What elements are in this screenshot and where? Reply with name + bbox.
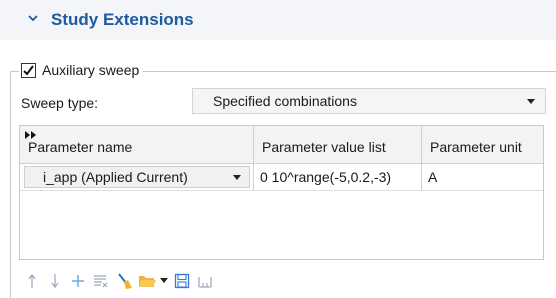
parameter-value-list-cell[interactable]: 0 10^range(-5,0.2,-3) xyxy=(254,164,422,191)
parameter-name-dropdown[interactable]: i_app (Applied Current) xyxy=(24,166,250,188)
delete-button[interactable] xyxy=(91,271,111,291)
delete-icon xyxy=(94,275,108,288)
header-label: Parameter unit xyxy=(430,139,522,155)
move-up-icon xyxy=(28,274,36,288)
clear-broom-icon xyxy=(118,273,132,289)
clear-button[interactable] xyxy=(114,271,134,291)
chevron-down-icon[interactable] xyxy=(27,12,39,24)
sweep-type-value: Specified combinations xyxy=(213,93,357,109)
expand-columns-icon[interactable] xyxy=(25,131,37,139)
range-button[interactable] xyxy=(195,271,215,291)
parameter-name-value: i_app (Applied Current) xyxy=(43,169,188,185)
parameter-unit-value[interactable]: A xyxy=(428,169,437,185)
parameter-table: Parameter name Parameter value list Para… xyxy=(19,125,544,260)
header-label: Parameter name xyxy=(28,139,133,155)
auxiliary-sweep-option[interactable]: Auxiliary sweep xyxy=(19,60,144,80)
table-row-name-cell[interactable]: i_app (Applied Current) xyxy=(20,164,254,191)
move-up-button[interactable] xyxy=(22,271,42,291)
add-button[interactable] xyxy=(68,271,88,291)
header-label: Parameter value list xyxy=(262,139,386,155)
load-menu-dropdown[interactable] xyxy=(160,271,168,291)
section-title: Study Extensions xyxy=(51,10,194,29)
dropdown-arrow-icon[interactable] xyxy=(233,175,241,180)
sweep-type-select[interactable]: Specified combinations xyxy=(192,88,546,114)
load-folder-icon xyxy=(139,276,156,287)
dropdown-arrow-icon[interactable] xyxy=(527,99,535,104)
dropdown-arrow-icon xyxy=(160,278,168,283)
save-to-file-button[interactable] xyxy=(172,271,192,291)
save-icon xyxy=(174,273,190,289)
column-header-parameter-name[interactable]: Parameter name xyxy=(20,126,254,164)
sweep-type-label: Sweep type: xyxy=(21,95,99,111)
auxiliary-sweep-label[interactable]: Auxiliary sweep xyxy=(42,62,139,78)
checkmark-icon xyxy=(23,64,34,76)
add-icon xyxy=(72,275,84,287)
column-header-parameter-value-list[interactable]: Parameter value list xyxy=(254,126,422,164)
move-down-icon xyxy=(51,274,59,288)
table-toolbar xyxy=(22,270,218,292)
section-header[interactable]: Study Extensions xyxy=(0,0,556,40)
auxiliary-sweep-checkbox[interactable] xyxy=(21,62,36,78)
range-icon xyxy=(198,277,212,288)
load-from-file-button[interactable] xyxy=(137,271,157,291)
group-border-left xyxy=(10,71,11,298)
move-down-button[interactable] xyxy=(45,271,65,291)
parameter-value-list-value[interactable]: 0 10^range(-5,0.2,-3) xyxy=(260,169,391,185)
parameter-unit-cell[interactable]: A xyxy=(422,164,543,191)
column-header-parameter-unit[interactable]: Parameter unit xyxy=(422,126,543,164)
